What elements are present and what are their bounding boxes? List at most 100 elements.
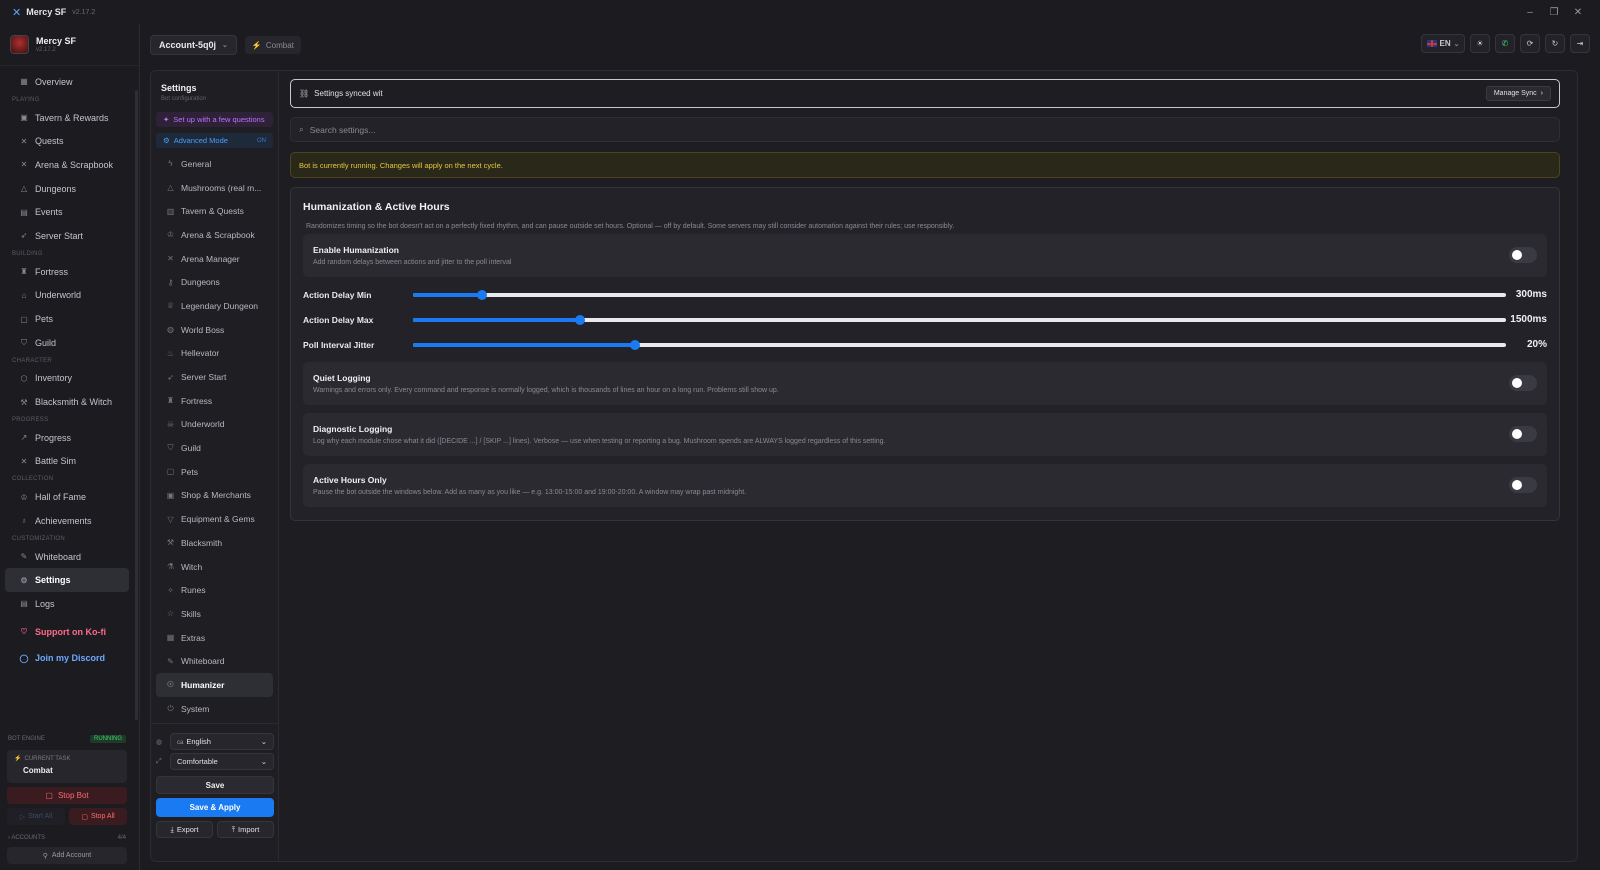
sidebar-item-hall-of-fame[interactable]: ♔ Hall of Fame [5, 485, 129, 509]
slider-label: Action Delay Min [303, 289, 372, 300]
settings-item-underworld[interactable]: ☠ Underworld [156, 413, 273, 437]
settings-item-skills[interactable]: ☆ Skills [156, 602, 273, 626]
settings-item-guild[interactable]: ⛉ Guild [156, 436, 273, 460]
settings-nav: Settings Bot configuration ✦ Set up with … [151, 71, 279, 861]
settings-item-whiteboard[interactable]: ✎ Whiteboard [156, 649, 273, 673]
density-select[interactable]: Comfortable ⌄ [170, 753, 274, 770]
enable-humanization-toggle[interactable] [1509, 247, 1537, 263]
settings-item-general[interactable]: ϟ General [156, 152, 273, 176]
sidebar-item-logs[interactable]: ▤ Logs [5, 592, 129, 616]
stop-bot-button[interactable]: ▢ Stop Bot [7, 787, 127, 804]
theme-toggle-button[interactable]: ☀ [1470, 34, 1490, 53]
language-select[interactable]: ca English ⌄ [170, 733, 274, 750]
settings-item-system[interactable]: ⏻ System [156, 697, 273, 721]
reload-button[interactable]: ↻ [1545, 34, 1565, 53]
sidebar-item-battle-sim[interactable]: ✕ Battle Sim [5, 450, 129, 474]
settings-item-pets[interactable]: ▢ Pets [156, 460, 273, 484]
settings-search-input[interactable]: ⌕ Search settings... [290, 117, 1560, 142]
heart-icon: ♡ [20, 627, 28, 637]
support-kofi-link[interactable]: ♡ Support on Ko-fi [5, 620, 129, 644]
manage-sync-button[interactable]: Manage Sync › [1485, 86, 1551, 101]
settings-item-dungeons[interactable]: ⚷ Dungeons [156, 270, 273, 294]
quiet-logging-toggle[interactable] [1509, 375, 1537, 391]
sidebar-item-quests[interactable]: ✕ Quests [5, 129, 129, 153]
settings-item-humanizer[interactable]: ☉ Humanizer [156, 673, 273, 697]
sidebar-item-underworld[interactable]: ⌂ Underworld [5, 284, 129, 308]
settings-item-fortress[interactable]: ♜ Fortress [156, 389, 273, 413]
chevron-down-icon: ⌄ [1453, 40, 1460, 48]
setup-wizard-button[interactable]: ✦ Set up with a few questions [156, 112, 273, 127]
sidebar-item-pets[interactable]: ▢ Pets [5, 307, 129, 331]
diagnostic-logging-toggle[interactable] [1509, 426, 1537, 442]
minimize-icon[interactable]: – [1518, 7, 1542, 18]
action-delay-min-slider[interactable] [413, 289, 1506, 300]
search-icon: ⌕ [299, 124, 304, 134]
section-label-progress: PROGRESS [12, 416, 49, 423]
settings-item-equipment[interactable]: ▽ Equipment & Gems [156, 507, 273, 531]
sidebar-item-server-start[interactable]: ➶ Server Start [5, 224, 129, 248]
settings-item-server-start[interactable]: ➶ Server Start [156, 365, 273, 389]
settings-item-hellevator[interactable]: ♨ Hellevator [156, 342, 273, 366]
slider-thumb[interactable] [575, 314, 586, 325]
sync-button[interactable]: ⟳ [1520, 34, 1540, 53]
connection-button[interactable]: ✆ [1495, 34, 1515, 53]
beer-icon: ▥ [166, 206, 175, 216]
advanced-mode-toggle[interactable]: ⚙ Advanced Mode ON [156, 133, 273, 148]
sidebar-item-events[interactable]: ▤ Events [5, 200, 129, 224]
add-account-button[interactable]: ⚲ Add Account [7, 847, 127, 864]
stop-icon: ▢ [45, 791, 53, 800]
quiet-logging-title: Quiet Logging [313, 373, 371, 383]
slider-thumb[interactable] [629, 339, 640, 350]
save-apply-button[interactable]: Save & Apply [156, 798, 274, 817]
settings-item-arena[interactable]: ♔ Arena & Scrapbook [156, 223, 273, 247]
accounts-header[interactable]: › ACCOUNTS 4/4 [0, 835, 134, 841]
sidebar-item-overview[interactable]: ▦ Overview [5, 70, 129, 94]
settings-item-legendary-dungeon[interactable]: ♕ Legendary Dungeon [156, 294, 273, 318]
brand-name: Mercy SF [36, 36, 77, 46]
slider-thumb[interactable] [476, 289, 487, 300]
toggle-knob [1512, 250, 1522, 260]
mountain-icon: △ [20, 184, 28, 194]
settings-item-extras[interactable]: ▦ Extras [156, 626, 273, 650]
sidebar-item-blacksmith[interactable]: ⚒ Blacksmith & Witch [5, 390, 129, 414]
sidebar-item-guild[interactable]: ⛉ Guild [5, 331, 129, 355]
import-button[interactable]: ⤒ Import [217, 821, 274, 838]
settings-item-mushrooms[interactable]: △ Mushrooms (real m... [156, 176, 273, 200]
logout-button[interactable]: ⇥ [1570, 34, 1590, 53]
sidebar-item-settings[interactable]: ⚙ Settings [5, 568, 129, 593]
account-selector[interactable]: Account-5q0j ⌄ [150, 35, 237, 55]
poll-interval-jitter-slider[interactable] [413, 339, 1506, 350]
sidebar-item-progress[interactable]: ↗ Progress [5, 426, 129, 450]
settings-item-tavern[interactable]: ▥ Tavern & Quests [156, 199, 273, 223]
sidebar-item-whiteboard[interactable]: ✎ Whiteboard [5, 545, 129, 569]
discord-link[interactable]: ◯ Join my Discord [5, 646, 129, 670]
save-button[interactable]: Save [156, 776, 274, 794]
poll-interval-jitter-row: Poll Interval Jitter 20% [303, 332, 1547, 357]
sidebar-item-inventory[interactable]: ⬡ Inventory [5, 367, 129, 391]
wrench-icon: ⚙ [163, 136, 170, 145]
sidebar-item-tavern[interactable]: ▣ Tavern & Rewards [5, 106, 129, 130]
sidebar-item-achievements[interactable]: ♁ Achievements [5, 509, 129, 533]
settings-item-shop[interactable]: ▣ Shop & Merchants [156, 484, 273, 508]
settings-item-witch[interactable]: ⚗ Witch [156, 555, 273, 579]
bot-engine-panel: BOT ENGINE RUNNING ⚡ CURRENT TASK Combat … [0, 732, 134, 870]
user-plus-icon: ⚲ [42, 852, 48, 860]
language-selector[interactable]: EN ⌄ [1421, 34, 1465, 53]
active-hours-toggle[interactable] [1509, 477, 1537, 493]
sidebar-item-dungeons[interactable]: △ Dungeons [5, 177, 129, 201]
settings-item-runes[interactable]: ✧ Runes [156, 578, 273, 602]
start-all-button[interactable]: ▷ Start All [7, 808, 65, 825]
sidebar-item-arena[interactable]: ✕ Arena & Scrapbook [5, 153, 129, 177]
sidebar-item-fortress[interactable]: ♜ Fortress [5, 260, 129, 284]
bot-engine-label: BOT ENGINE [8, 736, 45, 742]
sidebar-scrollbar[interactable] [135, 90, 138, 720]
settings-item-world-boss[interactable]: ◍ World Boss [156, 318, 273, 342]
settings-item-arena-manager[interactable]: ✕ Arena Manager [156, 247, 273, 271]
stop-all-button[interactable]: ▢ Stop All [69, 808, 127, 825]
settings-item-blacksmith[interactable]: ⚒ Blacksmith [156, 531, 273, 555]
maximize-icon[interactable]: ❐ [1542, 7, 1566, 18]
action-delay-max-slider[interactable] [413, 314, 1506, 325]
export-button[interactable]: ⤓ Export [156, 821, 213, 838]
uk-flag-icon [1426, 40, 1437, 47]
close-icon[interactable]: ✕ [1566, 7, 1590, 18]
